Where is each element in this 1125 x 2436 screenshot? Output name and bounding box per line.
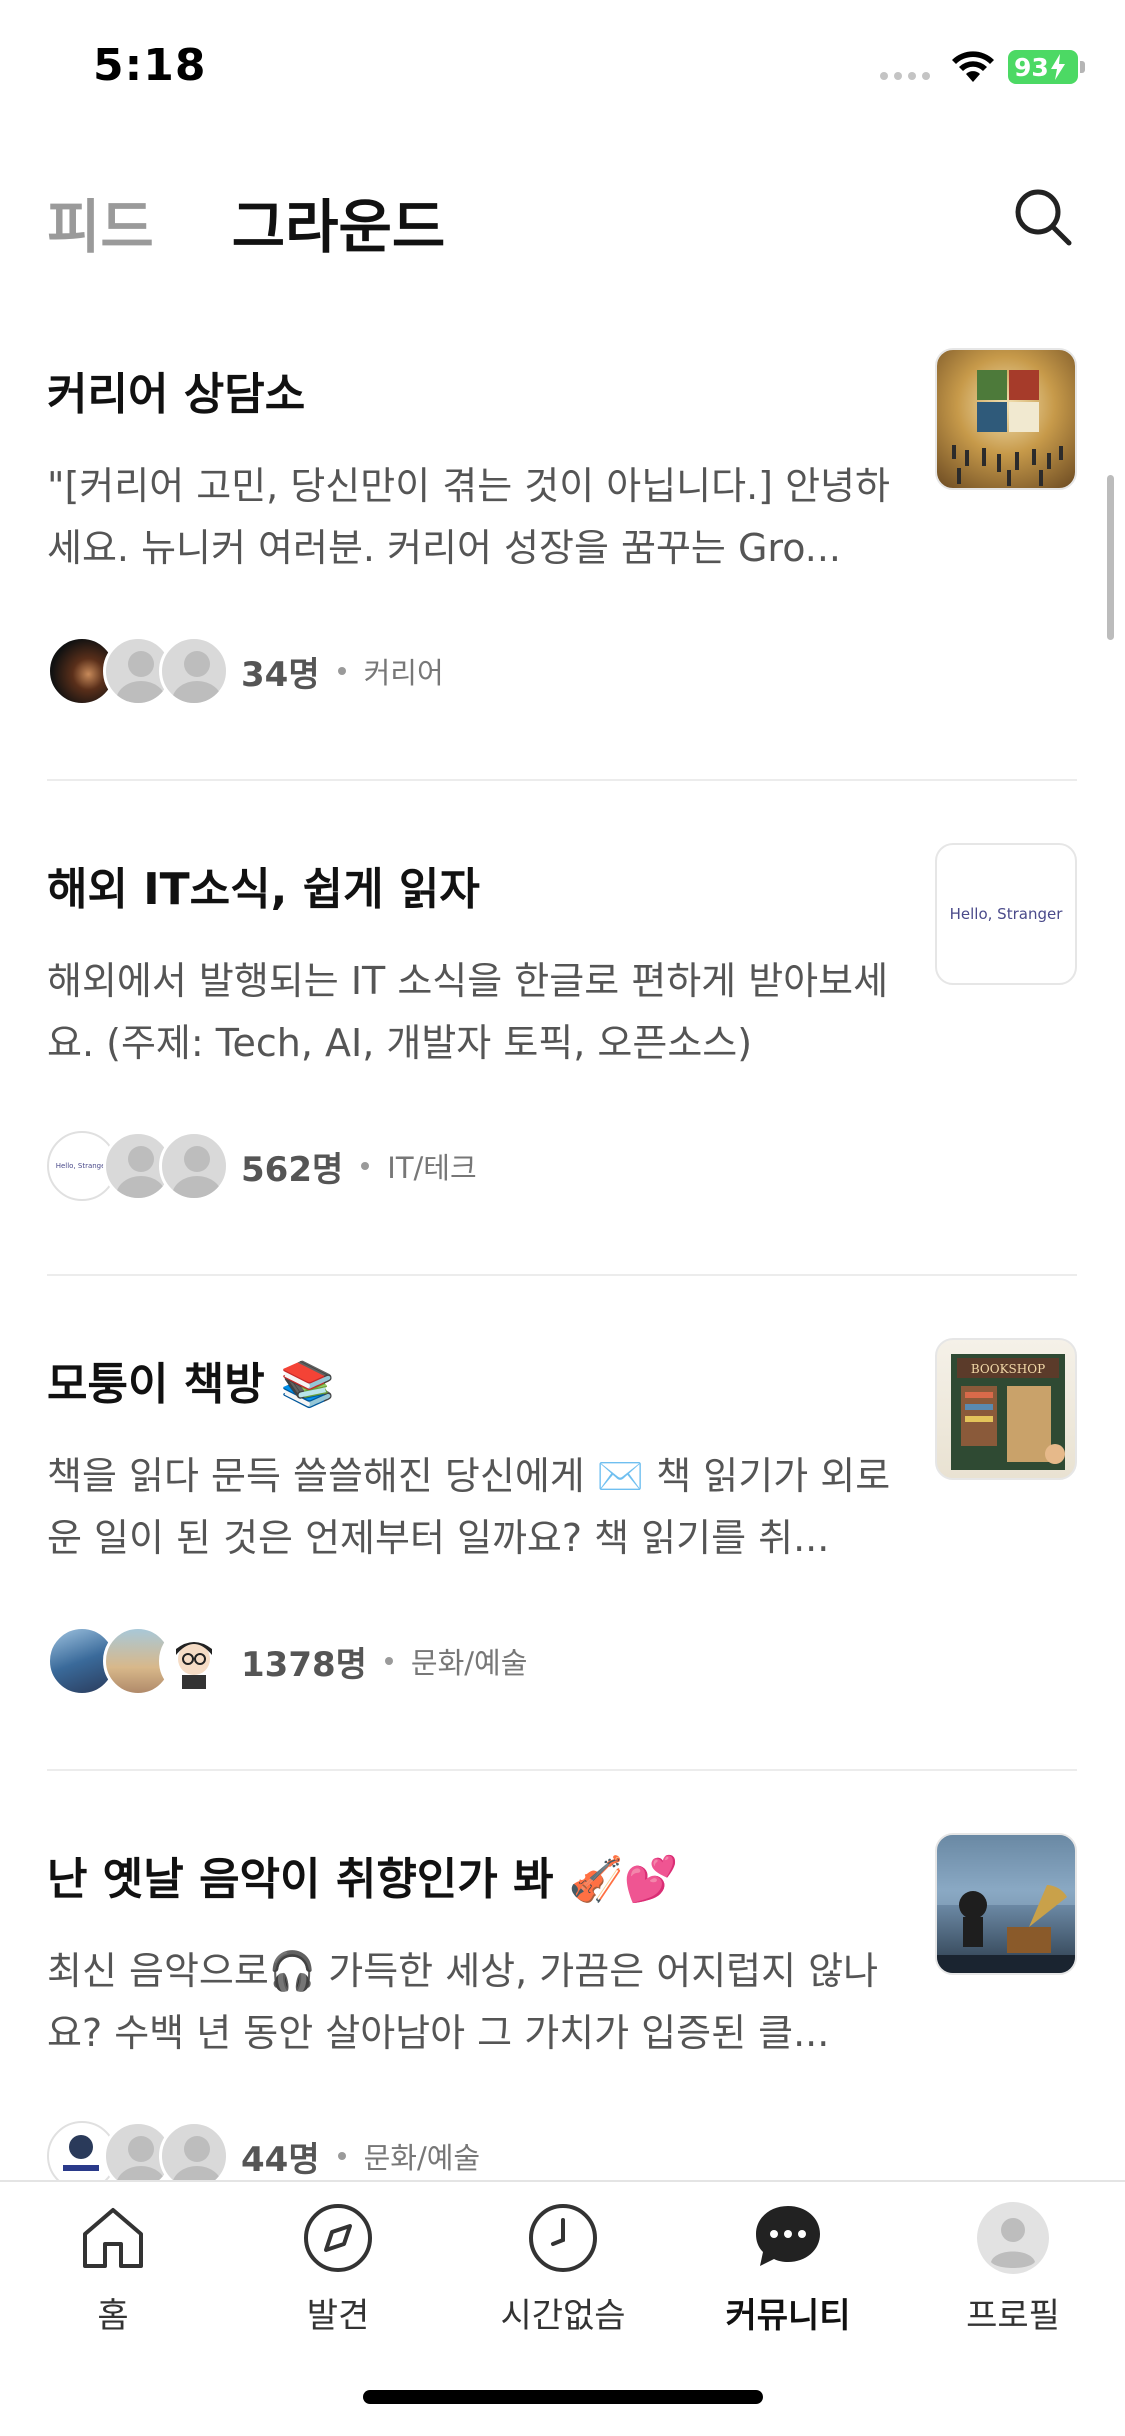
battery-level: 93 xyxy=(1014,52,1049,82)
nav-label: 커뮤니티 xyxy=(725,2296,851,2336)
card-description: 최신 음악으로🎧 가득한 세상, 가끔은 어지럽지 않나요? 수백 년 동안 살… xyxy=(47,1949,879,2055)
card-title: 난 옛날 음악이 취향인가 봐 🎻💕 xyxy=(47,1854,679,1905)
card-title: 커리어 상담소 xyxy=(47,369,306,420)
avatar-text: Hello, Stranger xyxy=(55,1162,109,1170)
cartoon-avatar-image xyxy=(176,1642,212,1689)
member-avatars: Hello, Stranger xyxy=(47,1131,229,1201)
avatar xyxy=(159,1626,229,1696)
card-title: 해외 IT소식, 쉽게 읽자 xyxy=(47,864,480,915)
card-meta: 1378명 문화/예술 xyxy=(47,1626,527,1696)
battery-indicator: 93 xyxy=(1008,50,1078,84)
home-indicator[interactable] xyxy=(363,2390,763,2404)
card-meta: 34명 커리어 xyxy=(47,636,444,706)
card-thumbnail xyxy=(935,348,1077,490)
nav-label: 발견 xyxy=(306,2296,370,2336)
bookshop-image: BOOKSHOP xyxy=(951,1354,1065,1470)
nav-profile[interactable]: 프로필 xyxy=(913,2200,1113,2350)
card-thumbnail: Hello, Stranger xyxy=(935,843,1077,985)
nav-community[interactable]: 커뮤니티 xyxy=(688,2200,888,2350)
wifi-icon xyxy=(952,51,994,82)
category-label: 커리어 xyxy=(363,656,444,690)
card-thumbnail xyxy=(935,1833,1077,1975)
nav-label: 시간없슴 xyxy=(500,2296,626,2336)
clock-icon xyxy=(529,2204,597,2272)
member-count: 562명 xyxy=(241,1149,344,1190)
card-thumbnail: BOOKSHOP xyxy=(935,1338,1077,1480)
nav-label: 프로필 xyxy=(966,2296,1060,2336)
divider xyxy=(47,779,1077,781)
card-description: 해외에서 발행되는 IT 소식을 한글로 편하게 받아보세요. (주제: Tec… xyxy=(47,959,889,1065)
member-count: 1378명 xyxy=(241,1644,367,1685)
top-tabs: 피드 그라운드 xyxy=(47,180,523,264)
divider xyxy=(47,1769,1077,1771)
chat-bubble-icon xyxy=(756,2206,820,2266)
compass-icon xyxy=(304,2204,372,2272)
thumbnail-text: Hello, Stranger xyxy=(949,905,1063,923)
member-count: 44명 xyxy=(241,2139,320,2180)
avatar-default xyxy=(159,636,229,706)
member-count: 34명 xyxy=(241,654,320,695)
profile-icon xyxy=(977,2202,1049,2274)
category-label: 문화/예술 xyxy=(363,2141,481,2175)
search-icon[interactable] xyxy=(1012,186,1074,248)
dot-separator xyxy=(337,667,346,675)
status-time: 5:18 xyxy=(93,40,207,91)
nav-discover[interactable]: 발견 xyxy=(238,2200,438,2350)
dot-separator xyxy=(384,1657,393,1665)
card-description: 책을 읽다 문득 쓸쓸해진 당신에게 ✉️ 책 읽기가 외로운 일이 된 것은 … xyxy=(47,1454,891,1560)
battery-nub xyxy=(1080,61,1085,73)
dot-separator xyxy=(337,2152,346,2160)
nav-label: 홈 xyxy=(97,2296,129,2336)
puzzle-crowd-image xyxy=(952,370,1063,486)
nav-no-time[interactable]: 시간없슴 xyxy=(463,2200,663,2350)
charging-bolt-icon xyxy=(1050,54,1065,80)
avatar-default xyxy=(159,1131,229,1201)
member-avatars xyxy=(47,1626,229,1696)
tab-ground[interactable]: 그라운드 xyxy=(232,180,445,264)
gramophone-image xyxy=(937,1835,1075,1973)
home-icon xyxy=(83,2208,143,2268)
nav-home[interactable]: 홈 xyxy=(13,2200,213,2350)
scrollbar[interactable] xyxy=(1107,475,1114,640)
card-description: "[커리어 고민, 당신만이 겪는 것이 아닙니다.] 안녕하세요. 뉴니커 여… xyxy=(47,464,890,570)
bookshop-sign: BOOKSHOP xyxy=(971,1362,1045,1376)
card-title: 모퉁이 책방 📚 xyxy=(47,1359,335,1410)
category-label: IT/테크 xyxy=(387,1151,477,1185)
card-meta: Hello, Stranger 562명 IT/테크 xyxy=(47,1131,477,1201)
category-label: 문화/예술 xyxy=(410,1646,528,1680)
dot-separator xyxy=(361,1162,370,1170)
divider xyxy=(47,1274,1077,1276)
status-bar: 5:18 93 xyxy=(0,0,1125,135)
cellular-signal-icon xyxy=(880,72,930,80)
tab-feed[interactable]: 피드 xyxy=(47,180,154,264)
member-avatars xyxy=(47,636,229,706)
